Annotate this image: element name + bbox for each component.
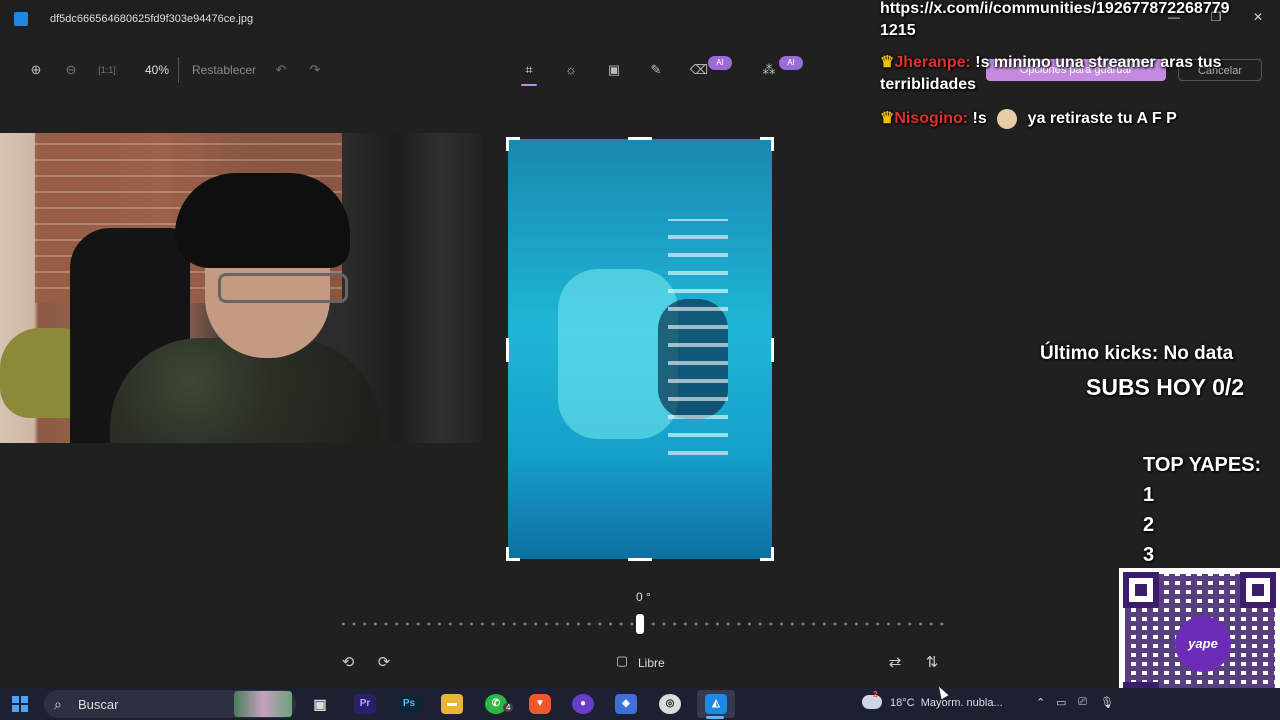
microphone-icon[interactable]: 🎙 — [1100, 696, 1114, 709]
rotation-slider-thumb[interactable] — [636, 614, 644, 634]
yape-rank: 3 — [1143, 544, 1155, 566]
actual-size-icon[interactable]: [1:1] — [97, 60, 117, 80]
photos-app-taskbar-icon[interactable]: ◭ — [705, 694, 727, 714]
zoom-value[interactable]: 40% — [145, 63, 169, 77]
crop-image[interactable] — [508, 139, 772, 559]
rotate-left-icon[interactable]: ⟲ — [338, 653, 358, 673]
tray-device-icon[interactable]: ▭ — [1056, 696, 1066, 709]
weather-widget[interactable]: 18°C Mayorm. nubla... — [890, 697, 1003, 709]
chat-url-message: https://x.com/i/communities/192677872268… — [880, 0, 1270, 42]
yape-rank: 2 — [1143, 514, 1155, 536]
crown-icon: ♛ — [880, 110, 895, 127]
qr-finder — [1123, 572, 1159, 608]
tray-network-icon[interactable]: ⎚ — [1078, 696, 1087, 709]
taskbar-search-text[interactable]: Buscar — [78, 697, 118, 712]
file-title: df5dc666564680625fd9f303e94476ce.jpg — [50, 13, 254, 25]
top-yapes-title: TOP YAPES: — [1143, 454, 1262, 476]
background-blur-icon[interactable]: ⁂ — [759, 60, 779, 80]
tray-overflow-icon[interactable]: ⌃ — [1036, 696, 1045, 709]
crop-handle-bottom[interactable] — [628, 558, 652, 561]
chat-url-line2: 1215 — [880, 22, 916, 39]
flip-horizontal-icon[interactable]: ⇄ — [885, 653, 905, 673]
crop-handle-right[interactable] — [771, 338, 774, 362]
aspect-ratio-icon[interactable]: ▢ — [612, 653, 632, 673]
premiere-pro-icon[interactable]: Pr — [354, 694, 376, 714]
rotate-right-icon[interactable]: ⟳ — [374, 653, 394, 673]
webcam-glasses — [218, 273, 348, 303]
crop-handle-left[interactable] — [506, 338, 509, 362]
emote-icon — [997, 108, 1018, 129]
reset-button[interactable]: Restablecer — [192, 63, 256, 77]
aspect-ratio-dropdown[interactable]: Libre — [638, 656, 665, 670]
yape-rank: 1 — [1143, 484, 1155, 506]
weather-badge: 2 — [873, 690, 878, 699]
task-view-icon[interactable]: ▣ — [309, 694, 331, 714]
rotation-value: 0 ° — [636, 590, 651, 604]
zoom-out-icon[interactable]: ⊖ — [61, 60, 81, 80]
search-highlight-image — [234, 691, 292, 717]
toolbar-divider — [178, 57, 179, 83]
ai-badge: AI — [779, 56, 803, 70]
weather-temp: 18°C — [890, 697, 915, 709]
crop-handle-top-left[interactable] — [506, 137, 509, 151]
weather-desc: Mayorm. nubla... — [920, 697, 1003, 709]
webcam-feed — [0, 133, 482, 443]
crop-handle-bottom-right[interactable] — [771, 547, 774, 561]
qr-finder — [1240, 572, 1276, 608]
windows-start-icon[interactable] — [12, 696, 28, 712]
yape-logo: yape — [1175, 616, 1231, 672]
brightness-icon[interactable]: ☼ — [561, 60, 581, 80]
crop-icon[interactable]: ⌗ — [519, 60, 539, 80]
photoshop-icon[interactable]: Ps — [398, 694, 420, 714]
crop-handle-top[interactable] — [628, 137, 652, 140]
search-icon: ⌕ — [54, 696, 62, 712]
app-stack-icon[interactable]: ◈ — [615, 694, 637, 714]
obs-icon[interactable]: ● — [572, 694, 594, 714]
chat-text: ya retiraste tu A F P — [1023, 110, 1177, 127]
active-app-indicator — [706, 716, 724, 719]
image-bubbles — [668, 219, 728, 469]
ai-badge: AI — [708, 56, 732, 70]
filter-icon[interactable]: ▣ — [604, 60, 624, 80]
chat-message: ♛Nisogino: !s ya retiraste tu A F P — [880, 108, 1270, 130]
file-explorer-icon[interactable]: ▬ — [441, 694, 463, 714]
chat-url-line1: https://x.com/i/communities/192677872268… — [880, 0, 1230, 17]
crop-handle-bottom-left[interactable] — [506, 547, 509, 561]
subs-counter: SUBS HOY 0/2 — [1086, 374, 1245, 400]
markup-pen-icon[interactable]: ✎ — [646, 60, 666, 80]
zoom-in-icon[interactable]: ⊕ — [26, 60, 46, 80]
chat-username: Nisogino: — [894, 110, 969, 127]
kicks-counter: Último kicks: No data — [1040, 343, 1234, 364]
crop-handle-top-right[interactable] — [771, 137, 774, 151]
crop-tab-indicator — [521, 84, 537, 86]
weather-cloud-icon[interactable] — [862, 695, 882, 709]
chat-username: Jheranpe: — [894, 54, 971, 71]
brave-browser-icon[interactable]: ▼ — [529, 694, 551, 714]
erase-icon[interactable]: ⌫ — [689, 60, 709, 80]
webcam-hair — [175, 173, 350, 268]
crown-icon: ♛ — [880, 54, 895, 71]
photos-app-icon — [14, 12, 28, 26]
redo-icon[interactable]: ↷ — [305, 60, 325, 80]
flip-vertical-icon[interactable]: ⇅ — [922, 653, 942, 673]
chrome-icon[interactable]: ◎ — [659, 694, 681, 714]
chat-message: ♛Jheranpe: !s minimo una streamer aras t… — [880, 52, 1270, 96]
undo-icon[interactable]: ↶ — [271, 60, 291, 80]
chat-command: !s — [968, 110, 992, 127]
